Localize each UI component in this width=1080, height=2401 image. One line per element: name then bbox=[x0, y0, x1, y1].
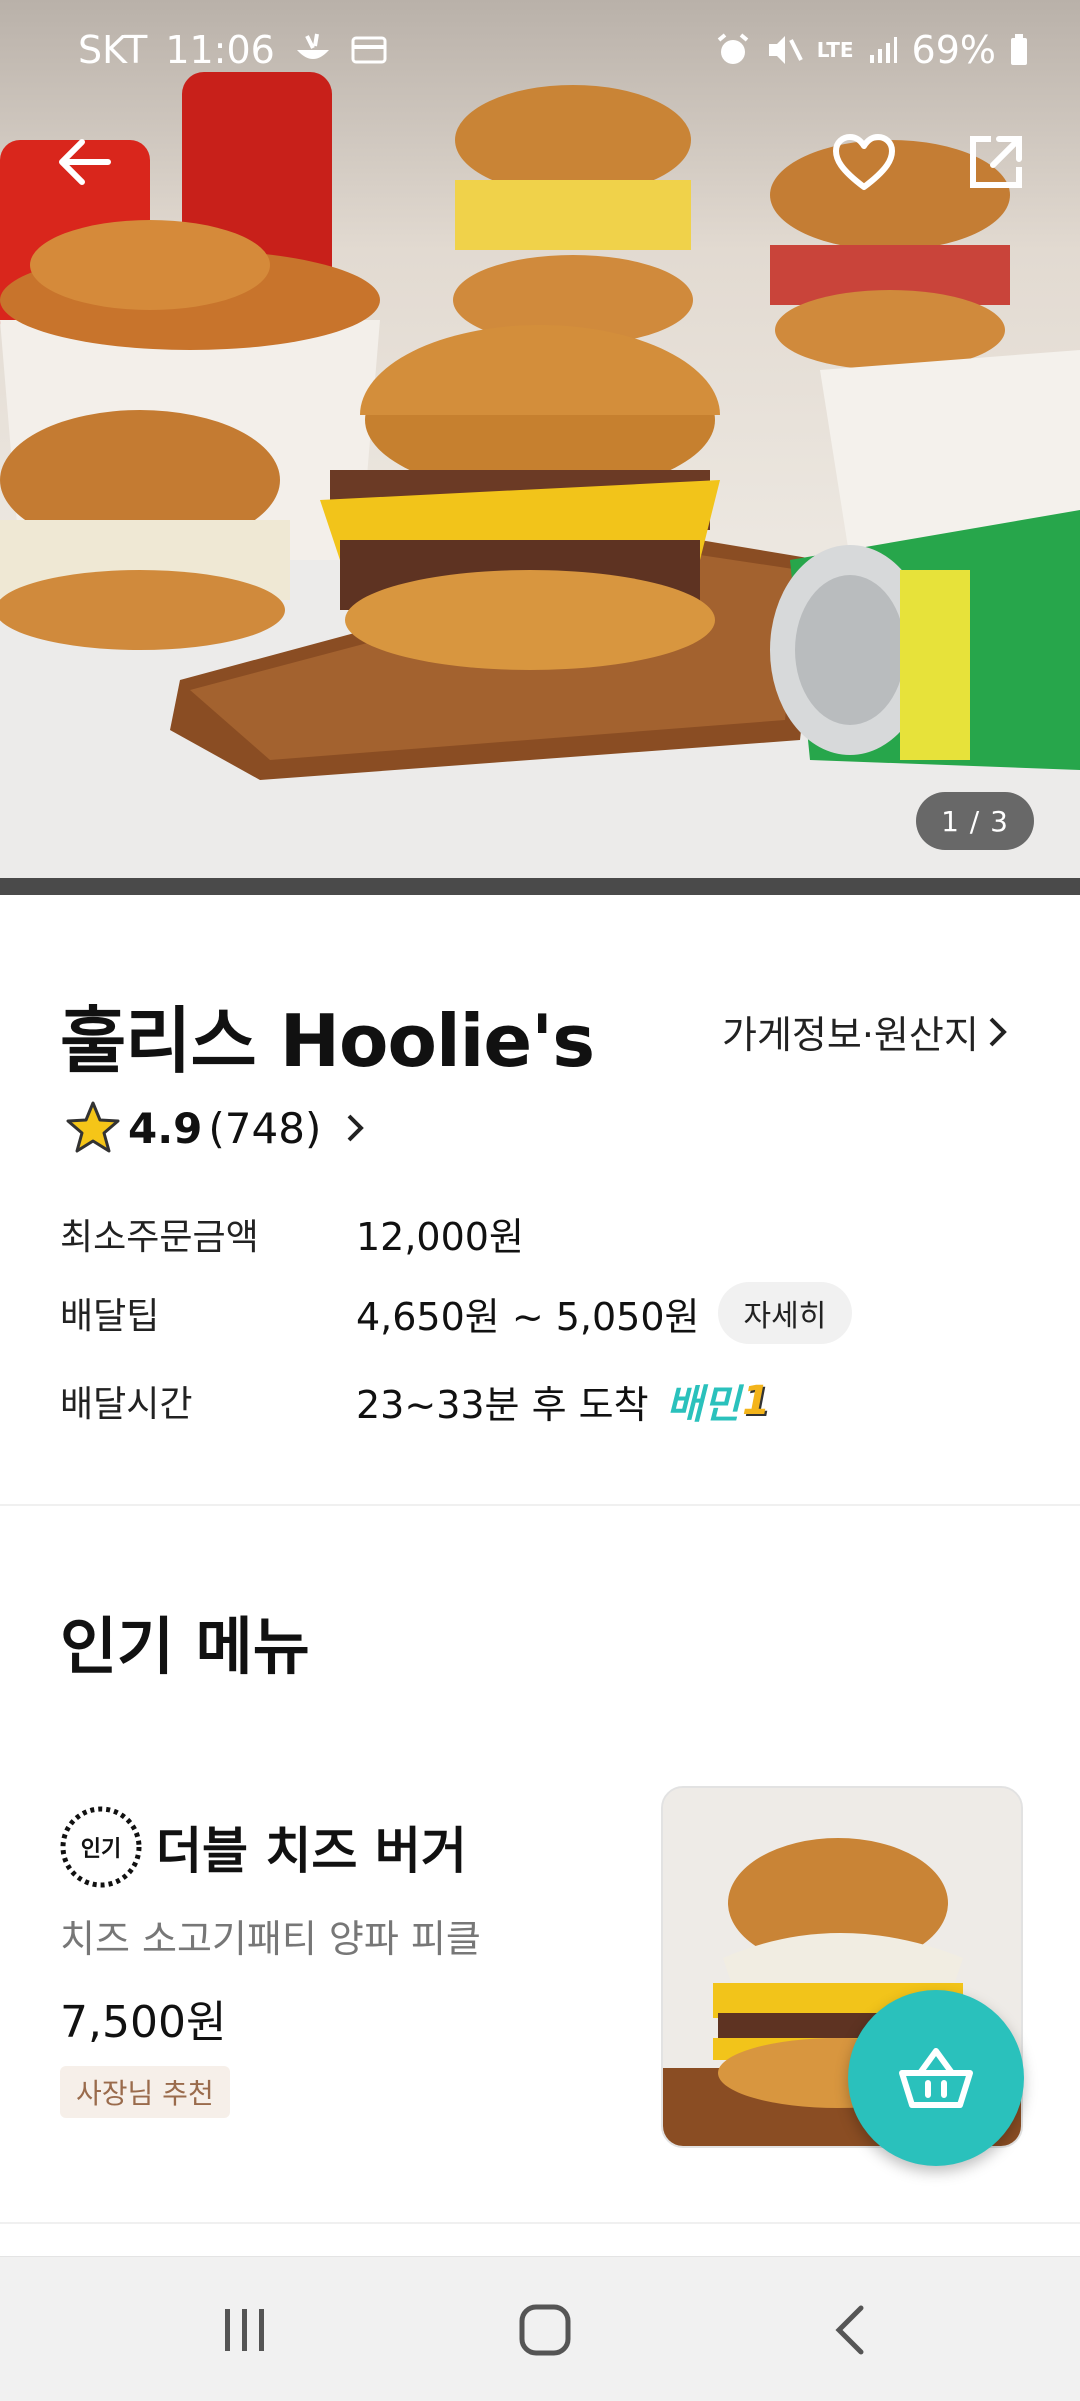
arrow-left-icon bbox=[59, 139, 111, 185]
min-order-row: 최소주문금액 12,000원 bbox=[60, 1206, 524, 1261]
store-info-link-label: 가게정보·원산지 bbox=[722, 1013, 979, 1057]
basket-icon bbox=[899, 2048, 973, 2108]
section-divider bbox=[0, 1504, 1080, 1506]
min-order-label: 최소주문금액 bbox=[60, 1216, 259, 1258]
share-icon bbox=[970, 136, 1022, 188]
popular-menu-title: 인기 메뉴 bbox=[60, 1610, 310, 1683]
time-label: 11:06 bbox=[165, 28, 275, 72]
signal-icon bbox=[869, 37, 897, 63]
share-button[interactable] bbox=[956, 122, 1036, 202]
popular-badge-label: 인기 bbox=[80, 1837, 122, 1862]
home-button[interactable] bbox=[500, 2295, 590, 2365]
carrier-label: SKT bbox=[78, 28, 148, 72]
network-label: LTE bbox=[816, 38, 854, 62]
star-icon bbox=[66, 1101, 120, 1153]
review-count: (748) bbox=[208, 1103, 322, 1153]
menu-price: 7,500원 bbox=[60, 1997, 227, 2048]
section-divider bbox=[0, 2222, 1080, 2224]
heart-icon bbox=[833, 134, 895, 190]
card-notification-icon bbox=[351, 36, 387, 64]
recent-apps-button[interactable] bbox=[200, 2295, 290, 2365]
home-icon bbox=[519, 2304, 571, 2356]
delivery-time-label: 배달시간 bbox=[60, 1384, 193, 1425]
status-bar: SKT 11:06 LTE 69% bbox=[0, 0, 1080, 100]
chevron-right-icon bbox=[347, 1114, 365, 1142]
system-back-button[interactable] bbox=[804, 2295, 894, 2365]
store-info-link[interactable]: 가게정보·원산지 bbox=[722, 1004, 1009, 1059]
alarm-icon bbox=[717, 33, 749, 64]
menu-description: 치즈 소고기패티 양파 피클 bbox=[60, 1917, 481, 1961]
battery-label: 69% bbox=[911, 28, 996, 72]
carousel-page-indicator: 1 / 3 bbox=[916, 792, 1034, 850]
store-name: 훌리스 Hoolie's bbox=[60, 999, 595, 1083]
battery-icon bbox=[1011, 34, 1027, 65]
chevron-left-icon bbox=[835, 2305, 864, 2355]
hero-photo bbox=[0, 72, 1080, 880]
baemin-one-logo: 배민 1 bbox=[667, 1372, 770, 1430]
min-order-value: 12,000원 bbox=[356, 1215, 524, 1259]
delivery-tip-value: 4,650원 ~ 5,050원 bbox=[356, 1294, 700, 1339]
rating-link[interactable]: 4.9 (748) bbox=[64, 1100, 373, 1156]
delivery-time-value: 23~33분 후 도착 bbox=[356, 1382, 649, 1427]
delivery-tip-label: 배달팁 bbox=[60, 1296, 160, 1337]
back-button[interactable] bbox=[44, 122, 124, 202]
favorite-button[interactable] bbox=[824, 122, 904, 202]
delivery-tip-detail-button[interactable]: 자세히 bbox=[717, 1282, 853, 1344]
baemin-one-number: 1 bbox=[742, 1378, 770, 1424]
recent-apps-icon bbox=[225, 2309, 264, 2351]
hero-image-carousel[interactable]: SKT 11:06 LTE 69% 1 / 3 bbox=[0, 0, 1080, 895]
delivery-time-row: 배달시간 23~33분 후 도착 배민 1 bbox=[60, 1372, 770, 1430]
baemin-notification-icon bbox=[296, 33, 329, 59]
baemin-one-text: 배민 bbox=[666, 1382, 741, 1428]
menu-name: 더블 치즈 버거 bbox=[156, 1822, 467, 1880]
owner-recommend-tag: 사장님 추천 bbox=[60, 2066, 230, 2118]
delivery-tip-row: 배달팁 4,650원 ~ 5,050원 자세히 bbox=[60, 1282, 853, 1344]
chevron-right-icon bbox=[989, 1017, 1007, 1046]
cart-button[interactable] bbox=[848, 1990, 1024, 2166]
system-navigation-bar bbox=[0, 2256, 1080, 2401]
rating-score: 4.9 bbox=[128, 1103, 203, 1153]
mute-icon bbox=[768, 36, 803, 64]
popular-badge: 인기 bbox=[58, 1804, 144, 1890]
hero-bottom-edge bbox=[0, 878, 1080, 895]
